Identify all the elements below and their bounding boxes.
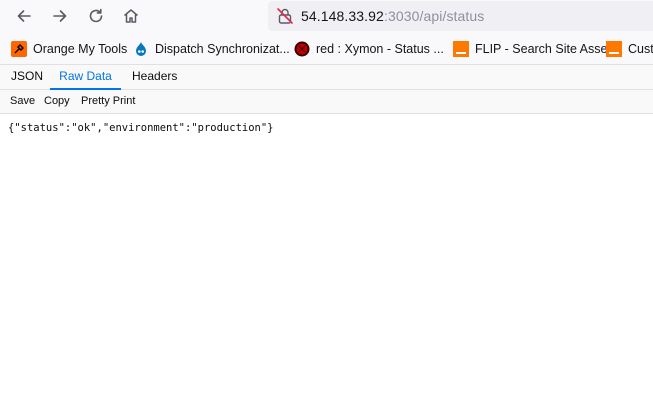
tab-json[interactable]: JSON — [11, 65, 43, 89]
address-bar[interactable]: 54.148.33.92:3030/api/status — [268, 1, 653, 31]
home-button[interactable] — [118, 4, 144, 28]
bookmark-dispatch-synchronization[interactable]: Dispatch Synchronizat... — [133, 33, 290, 64]
bookmark-label: Dispatch Synchronizat... — [155, 41, 290, 56]
forward-arrow-icon — [53, 10, 67, 22]
drupal-icon — [133, 41, 149, 57]
back-button[interactable] — [11, 4, 37, 28]
copy-button[interactable]: Copy — [44, 90, 70, 113]
reload-icon — [89, 8, 103, 23]
raw-response-text: {"status":"ok","environment":"production… — [8, 122, 274, 134]
orange-tools-icon — [11, 40, 27, 57]
tab-raw-data[interactable]: Raw Data — [50, 65, 121, 90]
bookmarks-toolbar: Orange My Tools Dispatch Synchronizat...… — [0, 33, 653, 65]
back-arrow-icon — [17, 10, 31, 22]
bookmark-label: red : Xymon - Status ... — [316, 41, 444, 56]
home-icon — [124, 9, 138, 23]
tab-raw-data-label: Raw Data — [59, 69, 112, 83]
url-text[interactable]: 54.148.33.92:3030/api/status — [301, 8, 484, 24]
json-viewer-tabs: JSON Raw Data Headers — [0, 65, 653, 90]
tab-headers[interactable]: Headers — [132, 65, 177, 89]
pretty-print-button[interactable]: Pretty Print — [81, 90, 135, 113]
url-host: 54.148.33.92 — [301, 8, 384, 24]
bookmark-label: Custo — [628, 41, 653, 56]
bookmark-custom[interactable]: Custo — [606, 33, 653, 64]
orange-square-icon — [606, 40, 622, 57]
orange-square-icon — [453, 40, 469, 57]
save-button[interactable]: Save — [10, 90, 35, 113]
url-path: :3030/api/status — [383, 8, 485, 24]
bookmark-xymon-status[interactable]: red : Xymon - Status ... — [294, 33, 444, 64]
forward-button[interactable] — [47, 4, 73, 28]
bookmark-orange-my-tools[interactable]: Orange My Tools — [11, 33, 127, 64]
raw-data-toolbar: Save Copy Pretty Print — [0, 90, 653, 114]
bookmark-label: Orange My Tools — [33, 41, 128, 56]
bookmark-flip-search-site-asset[interactable]: FLIP - Search Site Asset — [453, 33, 611, 64]
insecure-lock-icon[interactable] — [276, 7, 294, 25]
bookmark-label: FLIP - Search Site Asset — [475, 41, 611, 56]
reload-button[interactable] — [83, 4, 109, 28]
navigation-toolbar: 54.148.33.92:3030/api/status — [0, 0, 653, 33]
xymon-icon — [294, 41, 310, 57]
